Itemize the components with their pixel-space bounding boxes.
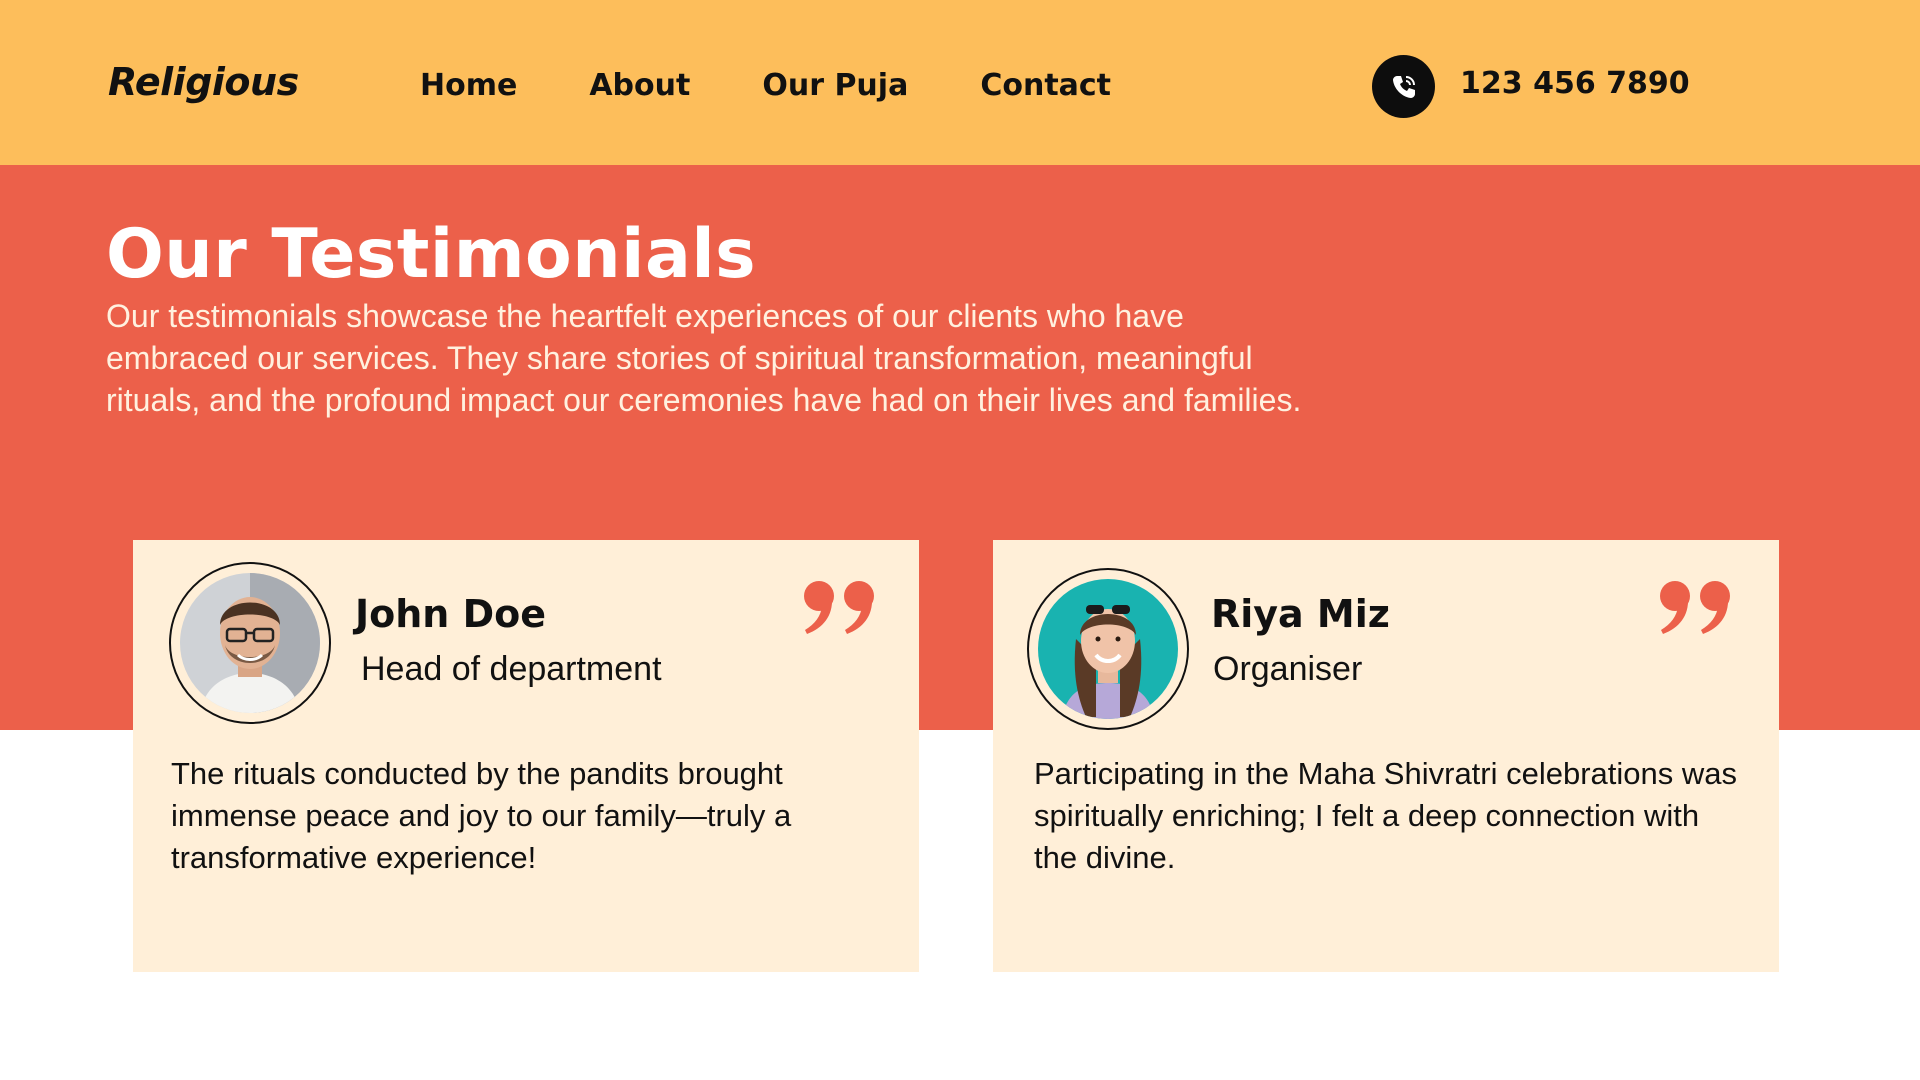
page-title: Our Testimonials [106, 215, 757, 294]
page-description: Our testimonials showcase the heartfelt … [106, 298, 1302, 418]
nav-home[interactable]: Home [420, 68, 517, 103]
testimonial-card: Riya Miz Organiser Participating in the … [993, 540, 1779, 972]
testimonial-name: John Doe [355, 592, 547, 636]
quote-icon [804, 581, 874, 634]
avatar-ring [1027, 568, 1189, 730]
site-logo[interactable]: Religious [108, 60, 299, 104]
testimonial-text: Participating in the Maha Shivratri cele… [1034, 756, 1738, 875]
avatar [1038, 579, 1178, 719]
testimonial-text: The rituals conducted by the pandits bro… [171, 756, 792, 875]
testimonial-name: Riya Miz [1211, 592, 1390, 636]
avatar-ring [169, 562, 331, 724]
avatar [180, 573, 320, 713]
main-nav: Home About Our Puja Contact [420, 68, 1183, 103]
testimonial-card: John Doe Head of department The rituals … [133, 540, 919, 972]
nav-about[interactable]: About [589, 68, 690, 103]
testimonial-role: Organiser [1213, 650, 1363, 688]
nav-our-puja[interactable]: Our Puja [762, 68, 908, 103]
phone-icon-glyph [1392, 75, 1415, 98]
quote-icon [1660, 581, 1730, 634]
phone-icon[interactable] [1372, 55, 1435, 118]
testimonial-role: Head of department [361, 650, 662, 688]
phone-number[interactable]: 123 456 7890 [1460, 66, 1690, 101]
top-header: Religious Home About Our Puja Contact 12… [0, 0, 1920, 165]
nav-contact[interactable]: Contact [980, 68, 1111, 103]
